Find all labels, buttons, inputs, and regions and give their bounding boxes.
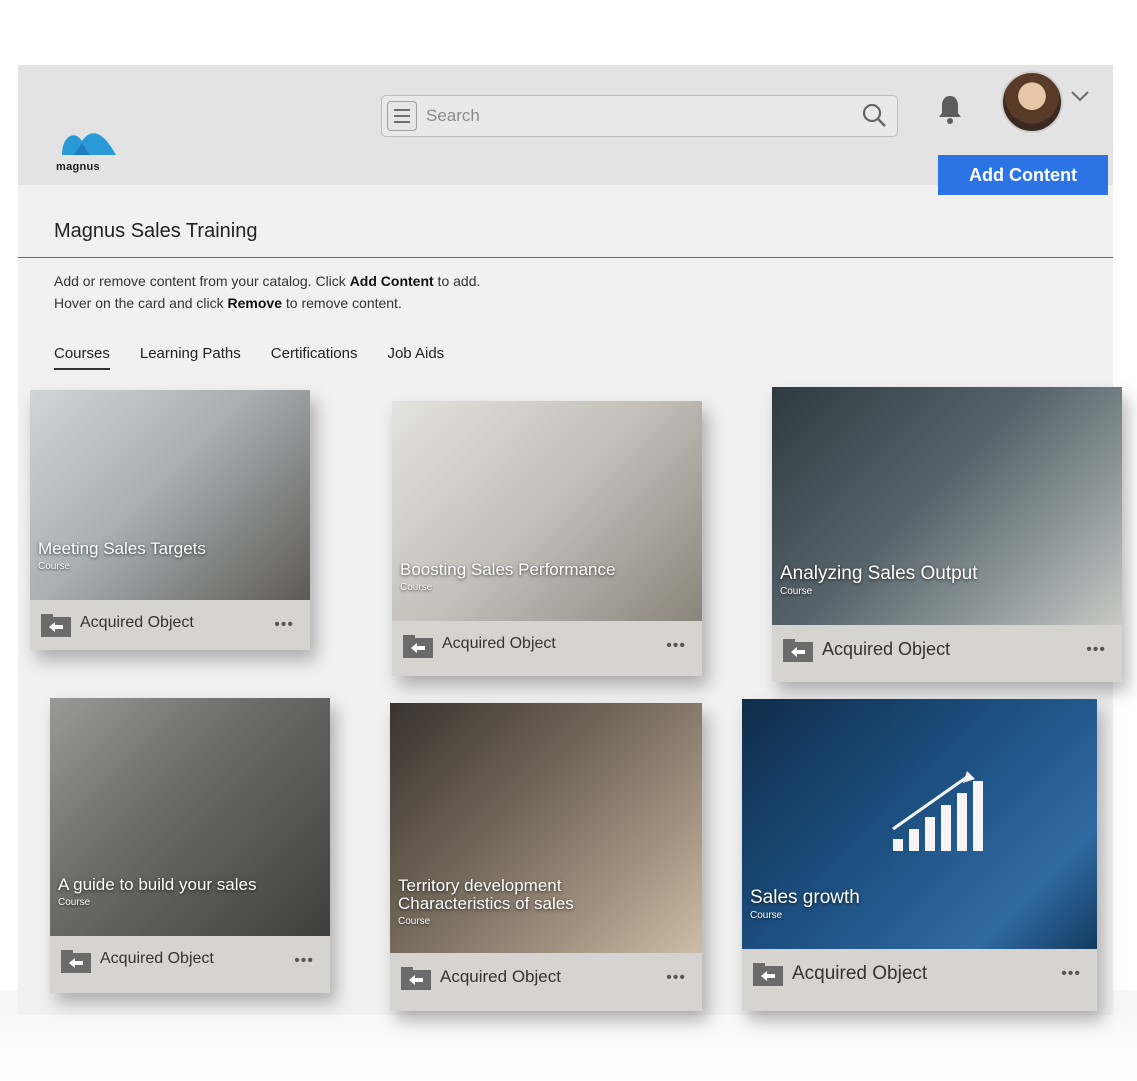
more-options-button[interactable]: ••• (1061, 965, 1081, 983)
instruction-line-2: Hover on the card and click Remove to re… (54, 292, 480, 314)
course-title: Boosting Sales Performance (400, 560, 616, 579)
tab-bar: Courses Learning Paths Certifications Jo… (54, 345, 444, 370)
card-footer: Acquired Object ••• (390, 953, 702, 1011)
logo-mark-icon (62, 133, 116, 155)
folder-icon (753, 963, 783, 986)
course-type: Course (38, 561, 71, 572)
search-input[interactable] (424, 100, 848, 132)
search-icon[interactable] (861, 102, 887, 128)
screen: magnus Search Add Content Magnus Sales T… (18, 65, 1122, 1015)
instruction-bold: Remove (227, 295, 282, 311)
course-title: Sales growth (750, 887, 860, 908)
more-options-button[interactable]: ••• (294, 952, 314, 970)
instruction-line-1: Add or remove content from your catalog.… (54, 270, 480, 292)
course-card[interactable]: Territory development Characteristics of… (390, 703, 702, 1011)
menu-line-icon (394, 121, 410, 123)
acquired-label: Acquired Object (792, 963, 928, 984)
course-type: Course (398, 916, 431, 927)
divider (18, 257, 1113, 258)
acquired-label: Acquired Object (100, 950, 214, 967)
folder-icon (783, 639, 813, 662)
search-bar (381, 95, 898, 137)
folder-icon (401, 967, 431, 990)
more-options-button[interactable]: ••• (274, 616, 294, 634)
tab-job-aids[interactable]: Job Aids (387, 345, 444, 370)
instruction-bold: Add Content (349, 273, 434, 289)
bell-icon[interactable] (936, 93, 964, 125)
card-footer: Acquired Object ••• (392, 621, 702, 676)
course-type: Course (780, 586, 813, 597)
instruction-text: to remove content. (282, 295, 402, 311)
course-thumbnail: A guide to build your sales Course (50, 698, 330, 936)
menu-line-icon (394, 115, 410, 117)
folder-icon (41, 614, 71, 637)
course-card[interactable]: Boosting Sales Performance Course Acquir… (392, 401, 702, 676)
more-options-button[interactable]: ••• (666, 637, 686, 655)
card-footer: Acquired Object ••• (742, 949, 1097, 1011)
add-content-button[interactable]: Add Content (938, 155, 1108, 195)
tab-courses[interactable]: Courses (54, 345, 110, 370)
instructions: Add or remove content from your catalog.… (54, 270, 480, 314)
acquired-label: Acquired Object (440, 967, 561, 986)
card-footer: Acquired Object ••• (772, 625, 1122, 682)
course-type: Course (750, 910, 783, 921)
app-window: magnus Search Add Content Magnus Sales T… (0, 0, 1137, 1081)
course-thumbnail: Sales growth Course (742, 699, 1097, 949)
card-footer: Acquired Object ••• (50, 936, 330, 993)
growth-chart-icon (892, 771, 983, 851)
course-title-line-2: Characteristics of sales (398, 894, 574, 913)
course-card[interactable]: Analyzing Sales Output Course Acquired O… (772, 387, 1122, 682)
course-thumbnail: Boosting Sales Performance Course (392, 401, 702, 621)
folder-icon (403, 635, 433, 658)
course-title-line-1: Territory development (398, 876, 562, 895)
course-type: Course (58, 897, 91, 908)
course-card[interactable]: Sales growth Course Acquired Object ••• (742, 699, 1097, 1011)
course-card[interactable]: Meeting Sales Targets Course Acquired Ob… (30, 390, 310, 650)
instruction-text: Add or remove content from your catalog.… (54, 273, 350, 289)
acquired-label: Acquired Object (442, 635, 556, 652)
brand-logo[interactable]: magnus (56, 127, 126, 177)
acquired-label: Acquired Object (80, 614, 194, 631)
course-thumbnail: Territory development Characteristics of… (390, 703, 702, 953)
instruction-text: to add. (433, 273, 481, 289)
tab-certifications[interactable]: Certifications (271, 345, 358, 370)
avatar[interactable] (1001, 71, 1063, 133)
page-title: Magnus Sales Training (54, 220, 258, 242)
course-thumbnail: Analyzing Sales Output Course (772, 387, 1122, 625)
course-type: Course (400, 582, 433, 593)
acquired-label: Acquired Object (822, 639, 951, 659)
logo-text: magnus (56, 161, 100, 173)
tab-learning-paths[interactable]: Learning Paths (140, 345, 241, 370)
instruction-text: Hover on the card and click (54, 295, 228, 311)
course-thumbnail: Meeting Sales Targets Course (30, 390, 310, 600)
folder-icon (61, 950, 91, 973)
menu-line-icon (394, 109, 410, 111)
card-footer: Acquired Object ••• (30, 600, 310, 650)
course-title: Meeting Sales Targets (38, 539, 206, 558)
more-options-button[interactable]: ••• (1086, 641, 1106, 659)
course-card[interactable]: A guide to build your sales Course Acqui… (50, 698, 330, 993)
course-title: Analyzing Sales Output (780, 563, 978, 584)
menu-button[interactable] (387, 101, 417, 131)
course-title: A guide to build your sales (58, 875, 257, 894)
chevron-down-icon[interactable] (1070, 89, 1090, 103)
more-options-button[interactable]: ••• (666, 969, 686, 987)
